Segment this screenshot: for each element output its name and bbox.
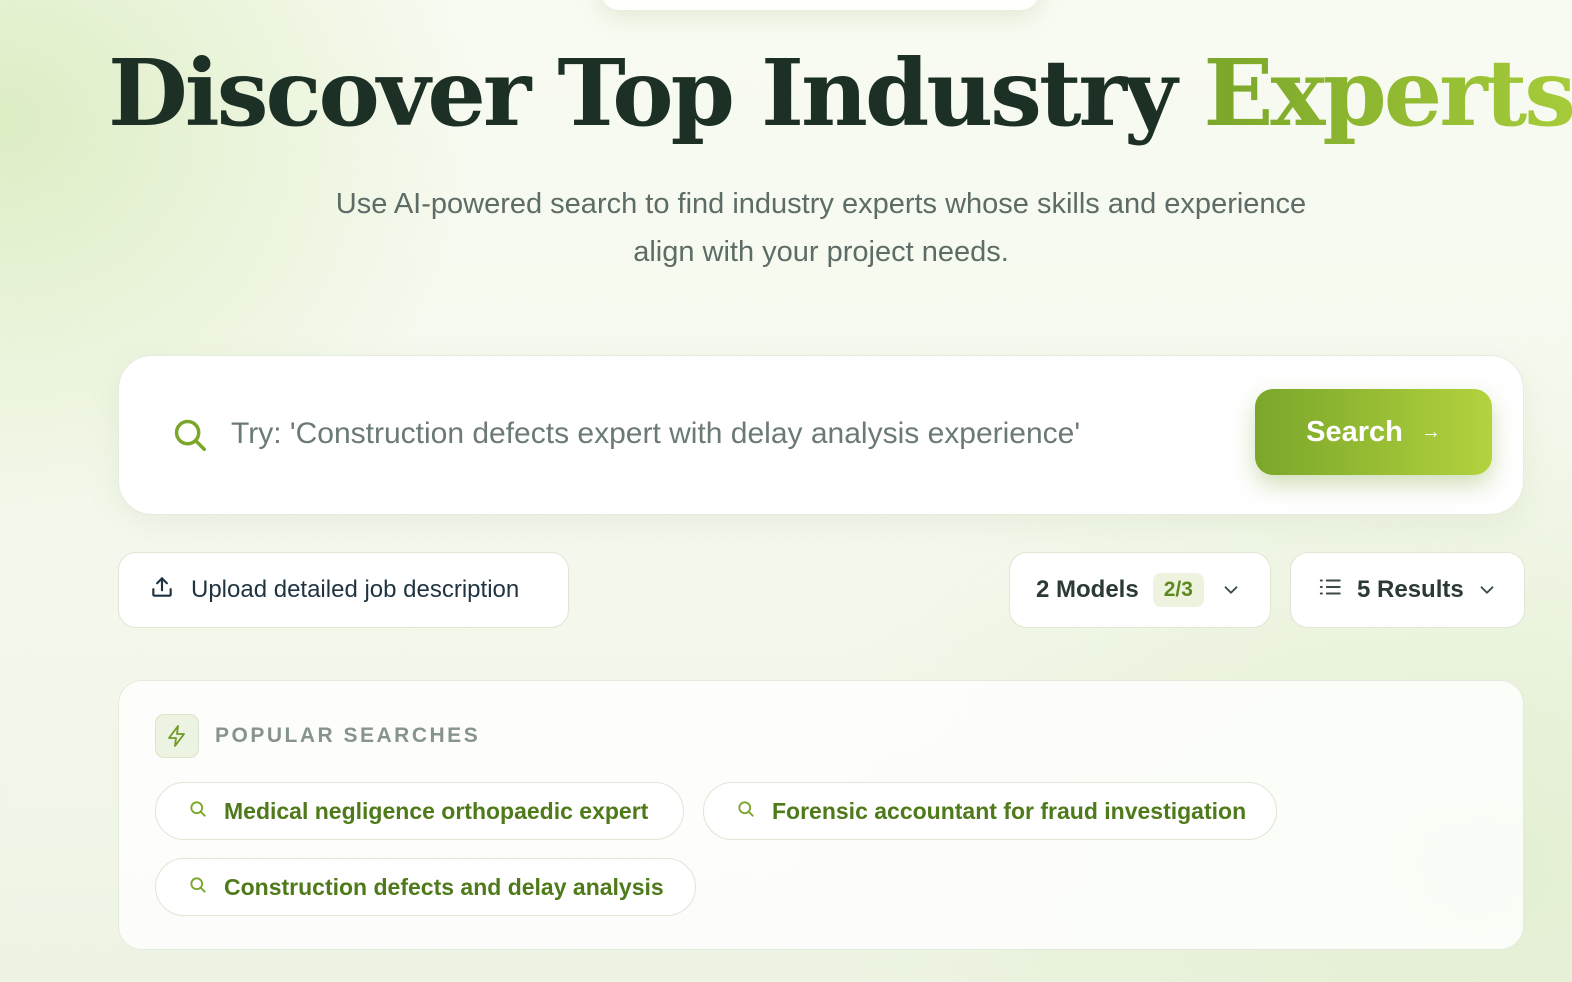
models-count-badge: 2/3 — [1152, 573, 1204, 607]
search-button-label: Search — [1306, 415, 1403, 448]
results-count-dropdown[interactable]: 5 Results — [1290, 552, 1525, 628]
models-dropdown-label: 2 Models — [1036, 576, 1139, 603]
popular-search-chip[interactable]: Forensic accountant for fraud investigat… — [703, 782, 1277, 840]
top-decorative-glow — [600, 0, 1040, 10]
bolt-icon — [155, 714, 199, 758]
popular-search-chip[interactable]: Construction defects and delay analysis — [155, 858, 696, 916]
popular-search-chip-label: Construction defects and delay analysis — [224, 873, 664, 900]
results-dropdown-label: 5 Results — [1357, 576, 1464, 603]
popular-searches-header: POPULAR SEARCHES — [155, 714, 480, 758]
upload-job-description-button[interactable]: Upload detailed job description — [118, 552, 569, 628]
page-title-accent: Experts — [1203, 39, 1572, 147]
search-icon — [188, 798, 208, 825]
chevron-down-icon — [1476, 579, 1498, 608]
page-subtitle: Use AI-powered search to find industry e… — [0, 180, 1572, 276]
models-dropdown[interactable]: 2 Models 2/3 — [1009, 552, 1271, 628]
page-subtitle-line-1: Use AI-powered search to find industry e… — [335, 188, 1307, 220]
popular-search-chip-label: Forensic accountant for fraud investigat… — [772, 797, 1247, 824]
arrow-right-icon: → — [1420, 420, 1441, 443]
upload-icon — [149, 574, 175, 607]
page-subtitle-line-2: align with your project needs. — [633, 236, 1009, 268]
page-title-main: Discover Top Industry — [108, 39, 1204, 147]
search-button[interactable]: Search → — [1255, 389, 1492, 475]
search-input[interactable] — [231, 406, 1231, 462]
search-icon — [736, 798, 756, 825]
popular-searches-card: POPULAR SEARCHES Medical negligence orth… — [118, 680, 1524, 950]
popular-search-chip-label: Medical negligence orthopaedic expert — [224, 797, 649, 824]
search-icon — [171, 416, 209, 454]
list-icon — [1317, 574, 1343, 607]
search-card: Search → — [118, 355, 1524, 515]
popular-search-chip[interactable]: Medical negligence orthopaedic expert — [155, 782, 684, 840]
upload-button-label: Upload detailed job description — [191, 576, 520, 603]
search-icon — [188, 874, 208, 901]
page-title: Discover Top Industry Experts — [0, 38, 1572, 148]
popular-searches-title: POPULAR SEARCHES — [215, 724, 481, 747]
chevron-down-icon — [1220, 579, 1242, 608]
